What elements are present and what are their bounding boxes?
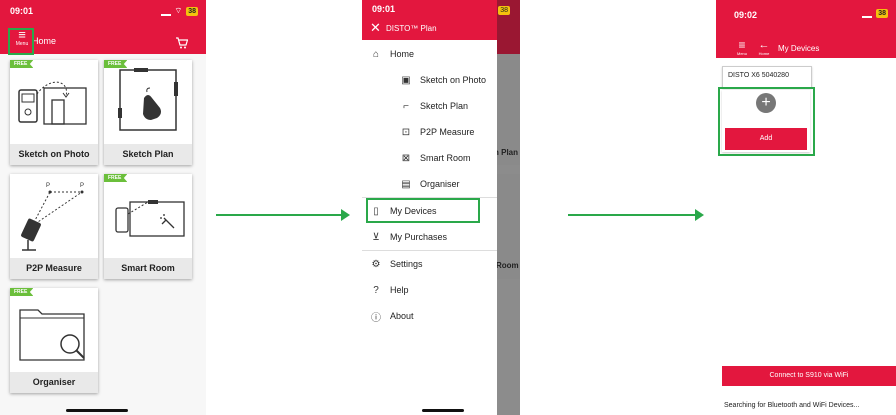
menu-item-sketch-plan[interactable]: ⌐ Sketch Plan: [362, 93, 497, 119]
page-title: Home: [32, 36, 57, 46]
flow-arrow: [216, 209, 350, 221]
menu-item-help[interactable]: ? Help: [362, 277, 497, 303]
folder-icon: ▤: [401, 178, 411, 190]
back-button-label: Home: [758, 51, 770, 56]
wifi-icon: ⌔: [174, 6, 183, 15]
menu-item-p2p-measure[interactable]: ⊡ P2P Measure: [362, 119, 497, 145]
devices-header: 09:02 38 ≡ Menu ← Home My Devices: [716, 0, 896, 58]
tile-p2p-measure[interactable]: P P P2P Measure: [10, 174, 98, 279]
home-indicator: [66, 409, 128, 412]
menu-highlight: [8, 28, 34, 55]
home-indicator: [422, 409, 464, 412]
point-label: P: [80, 183, 84, 189]
tile-label: Organiser: [32, 377, 76, 387]
status-time: 09:01: [10, 6, 34, 16]
device-card[interactable]: DISTO X6 5040280: [722, 66, 812, 88]
status-time: 09:01: [372, 4, 396, 14]
device-name: DISTO X6 5040280: [728, 72, 789, 79]
battery-icon: 38: [498, 6, 510, 15]
signal-icon: [160, 7, 171, 16]
signal-icon: [862, 9, 873, 18]
cart-icon: ⊻: [372, 231, 380, 243]
p2p-icon: ⊡: [401, 126, 411, 138]
screen-home: 09:01 ⌔ 38 ≡ Menu Home FREE Sketch on Pho…: [0, 0, 206, 415]
menu-item-smart-room[interactable]: ⊠ Smart Room: [362, 145, 497, 171]
background-content: h Plan Room: [494, 60, 520, 380]
tile-label: P2P Measure: [26, 263, 82, 273]
smart-room-icon: [115, 200, 185, 237]
tile-organiser[interactable]: FREE Organiser: [10, 288, 98, 393]
back-button[interactable]: ← Home: [754, 39, 774, 57]
status-bar: 09:01 ⌔ 38: [0, 0, 206, 20]
info-icon: ⓘ: [371, 312, 381, 324]
home-icon: ⌂: [372, 48, 380, 60]
tile-smart-room[interactable]: FREE Smart Room: [104, 174, 192, 279]
p2p-measure-icon: P P: [21, 183, 84, 251]
plan-icon: ⌐: [403, 100, 409, 112]
menu-button[interactable]: ≡ Menu: [732, 38, 752, 56]
drawer-header: 09:01 ✕ DISTO™ Plan: [362, 0, 497, 40]
page-title: My Devices: [778, 44, 820, 53]
help-icon: ?: [373, 284, 379, 296]
sketch-plan-icon: [118, 68, 178, 131]
drawer-title: DISTO™ Plan: [386, 24, 437, 33]
free-badge: FREE: [10, 288, 34, 296]
battery-icon: 38: [186, 6, 198, 16]
background-label: Room: [496, 261, 519, 270]
flow-arrow: [568, 209, 704, 221]
screen-side-menu: h Plan Room 09:01 ✕ DISTO™ Plan ⌂ Home ▣ S…: [362, 0, 520, 415]
battery-icon: 38: [876, 9, 888, 18]
menu-button-label: Menu: [736, 51, 747, 56]
background-label: h Plan: [494, 148, 519, 157]
menu-item-home[interactable]: ⌂ Home: [362, 41, 497, 67]
menu-item-my-purchases[interactable]: ⊻ My Purchases: [362, 224, 497, 250]
my-devices-highlight: [366, 198, 480, 223]
free-badge: FREE: [10, 60, 34, 68]
tile-label: Smart Room: [121, 263, 175, 273]
sketch-on-photo-icon: [18, 81, 87, 125]
add-highlight: [718, 87, 815, 156]
free-badge: FREE: [104, 174, 128, 182]
free-badge: FREE: [104, 60, 128, 68]
point-label: P: [46, 183, 50, 189]
menu-item-sketch-on-photo[interactable]: ▣ Sketch on Photo: [362, 67, 497, 93]
screen-my-devices: 09:02 38 ≡ Menu ← Home My Devices DISTO …: [716, 0, 896, 415]
menu-item-about[interactable]: ⓘ About: [362, 303, 497, 329]
close-icon[interactable]: ✕: [370, 20, 381, 36]
status-time: 09:02: [734, 10, 758, 20]
photo-icon: ▣: [401, 74, 411, 86]
gear-icon: ⚙: [371, 258, 381, 270]
tile-label: Sketch Plan: [122, 149, 174, 159]
menu-item-settings[interactable]: ⚙ Settings: [362, 251, 497, 277]
connect-wifi-button[interactable]: Connect to S910 via WiFi: [722, 366, 896, 386]
tile-sketch-on-photo[interactable]: FREE Sketch on Photo: [10, 60, 98, 165]
side-drawer: 09:01 ✕ DISTO™ Plan ⌂ Home ▣ Sketch on Pho…: [362, 0, 497, 415]
tile-label: Sketch on Photo: [18, 149, 90, 159]
hamburger-icon: ≡: [738, 38, 746, 52]
back-arrow-icon: ←: [758, 39, 770, 51]
search-status: Searching for Bluetooth and WiFi Devices…: [724, 402, 860, 409]
cart-icon[interactable]: [175, 37, 188, 49]
organiser-icon: [19, 309, 85, 361]
menu-item-organiser[interactable]: ▤ Organiser: [362, 171, 497, 197]
smart-room-icon: ⊠: [401, 152, 411, 164]
tile-sketch-plan[interactable]: FREE Sketch Plan: [104, 60, 192, 165]
